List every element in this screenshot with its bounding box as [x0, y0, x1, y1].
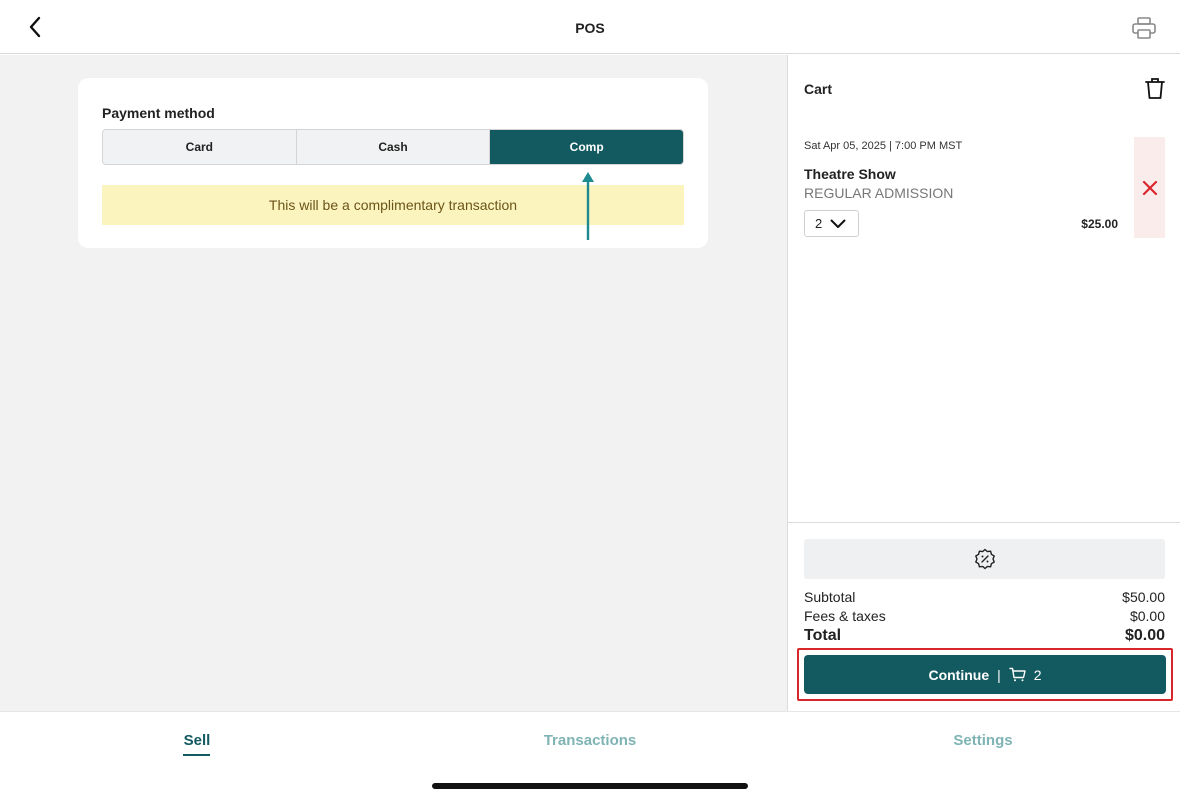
arrow-up-icon	[582, 172, 594, 240]
total-label: Total	[804, 627, 842, 644]
fees-row: Fees & taxes $0.00	[804, 608, 1165, 624]
home-indicator	[432, 783, 748, 789]
discount-button[interactable]	[804, 539, 1165, 579]
payment-method-label: Payment method	[102, 105, 215, 121]
print-button[interactable]	[1128, 14, 1160, 42]
discount-badge-icon	[974, 548, 995, 570]
continue-label: Continue	[928, 666, 990, 683]
tab-transactions[interactable]: Transactions	[490, 732, 690, 749]
quantity-value: 2	[815, 216, 823, 231]
cart-icon	[1009, 667, 1026, 682]
chevron-down-icon	[830, 219, 846, 228]
total-value: $0.00	[1124, 627, 1165, 644]
cart-title: Cart	[804, 81, 833, 97]
cart-panel: Cart Sat Apr 05, 2025 | 7:00 PM MST Thea…	[787, 55, 1180, 711]
clear-cart-button[interactable]	[1143, 75, 1167, 101]
payment-method-card: Payment method Card Cash Comp This will …	[78, 78, 708, 248]
payment-method-selector: Card Cash Comp	[102, 129, 684, 165]
fees-label: Fees & taxes	[804, 608, 886, 624]
bottom-tab-bar: Sell Transactions Settings	[0, 711, 1180, 795]
page-title: POS	[575, 20, 605, 36]
printer-icon	[1132, 17, 1156, 39]
continue-separator: |	[997, 666, 1001, 683]
trash-icon	[1145, 77, 1165, 99]
continue-highlight: Continue | 2	[797, 648, 1173, 701]
top-bar: POS	[0, 0, 1180, 54]
subtotal-row: Subtotal $50.00	[804, 589, 1165, 605]
payment-option-cash[interactable]: Cash	[295, 130, 490, 164]
event-name: Theatre Show	[804, 166, 896, 182]
fees-value: $0.00	[1129, 608, 1165, 624]
tab-settings[interactable]: Settings	[883, 732, 1083, 749]
quantity-dropdown[interactable]: 2	[804, 210, 859, 237]
event-date: Sat Apr 05, 2025 | 7:00 PM MST	[804, 140, 963, 152]
subtotal-value: $50.00	[1122, 589, 1165, 605]
ticket-type: REGULAR ADMISSION	[804, 185, 954, 201]
tab-sell[interactable]: Sell	[97, 732, 297, 749]
close-icon	[1142, 180, 1157, 195]
item-price: $25.00	[1081, 217, 1118, 231]
continue-button[interactable]: Continue | 2	[804, 655, 1166, 694]
payment-option-comp[interactable]: Comp	[489, 130, 683, 164]
cart-footer: Subtotal $50.00 Fees & taxes $0.00 Total…	[788, 522, 1180, 711]
active-tab-indicator	[183, 754, 210, 756]
subtotal-label: Subtotal	[804, 589, 856, 605]
payment-option-card[interactable]: Card	[103, 130, 296, 164]
remove-item-button[interactable]	[1134, 137, 1165, 238]
cart-count: 2	[1033, 666, 1042, 683]
total-row: Total $0.00	[804, 627, 1165, 645]
main-content: Payment method Card Cash Comp This will …	[0, 55, 787, 711]
